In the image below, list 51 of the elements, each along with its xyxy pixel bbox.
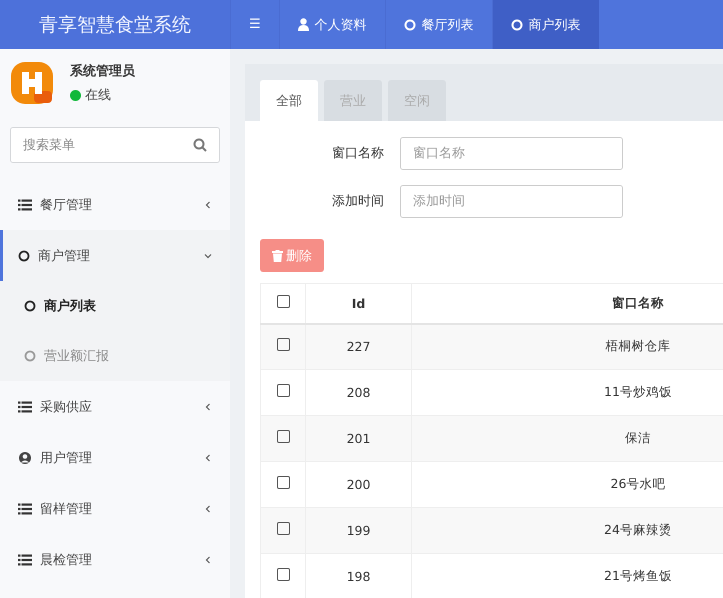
circle-icon	[24, 300, 36, 312]
checkbox[interactable]	[276, 294, 290, 308]
trash-icon	[272, 250, 283, 262]
checkbox[interactable]	[276, 522, 290, 536]
search-icon	[193, 138, 207, 152]
sidebar-subitem[interactable]: 商户列表	[0, 281, 230, 331]
checkbox[interactable]	[276, 384, 290, 398]
nav-tab[interactable]: 商户列表	[492, 0, 599, 49]
circle-icon	[24, 350, 36, 362]
checkbox[interactable]	[276, 568, 290, 582]
list-icon	[18, 502, 32, 514]
online-status-dot	[70, 90, 81, 100]
circle-icon	[404, 18, 416, 30]
table-cell: 199	[306, 508, 412, 554]
circle-icon	[510, 18, 523, 30]
list-icon	[18, 400, 32, 412]
table-cell: 201	[306, 416, 412, 462]
app-title: 青享智慧食堂系统	[39, 12, 191, 38]
chevron-left-icon	[204, 402, 212, 410]
table-cell: 24号麻辣烫	[412, 508, 723, 554]
sidebar-item[interactable]: 商户管理	[0, 230, 230, 281]
chevron-down-icon	[204, 252, 212, 260]
checkbox[interactable]	[276, 338, 290, 352]
sidebar-item[interactable]: 用户管理	[0, 432, 230, 483]
logo-icon	[10, 61, 54, 105]
input-field[interactable]: 添加时间	[400, 184, 623, 218]
field-label: 添加时间	[331, 193, 385, 210]
chevron-left-icon	[204, 200, 212, 208]
checkbox[interactable]	[276, 476, 290, 490]
chevron-left-icon	[204, 504, 212, 512]
filter-tab[interactable]: 全部	[260, 80, 318, 121]
sidebar-item[interactable]: 留样管理	[0, 483, 230, 534]
search-field[interactable]: 搜索菜单	[10, 127, 220, 163]
list-icon	[18, 198, 32, 210]
user-circle-icon	[18, 450, 32, 464]
list-icon	[18, 554, 32, 566]
sidebar-item[interactable]: 晨检管理	[0, 534, 230, 585]
user-name: 系统管理员	[70, 62, 135, 80]
circle-icon	[18, 250, 30, 262]
table-cell: 梧桐树仓库	[412, 324, 723, 370]
input-field[interactable]: 窗口名称	[400, 136, 623, 170]
table-cell: 保洁	[412, 416, 723, 462]
chevron-left-icon	[204, 454, 212, 462]
chevron-left-icon	[204, 556, 212, 564]
user-status: 在线	[85, 87, 111, 104]
sidebar-item[interactable]: 采购供应	[0, 381, 230, 432]
table-cell: 227	[306, 324, 412, 370]
user-icon	[298, 18, 309, 31]
field-label: 窗口名称	[331, 145, 385, 162]
sidebar-item[interactable]: 餐厅管理	[0, 179, 230, 230]
checkbox[interactable]	[276, 430, 290, 444]
